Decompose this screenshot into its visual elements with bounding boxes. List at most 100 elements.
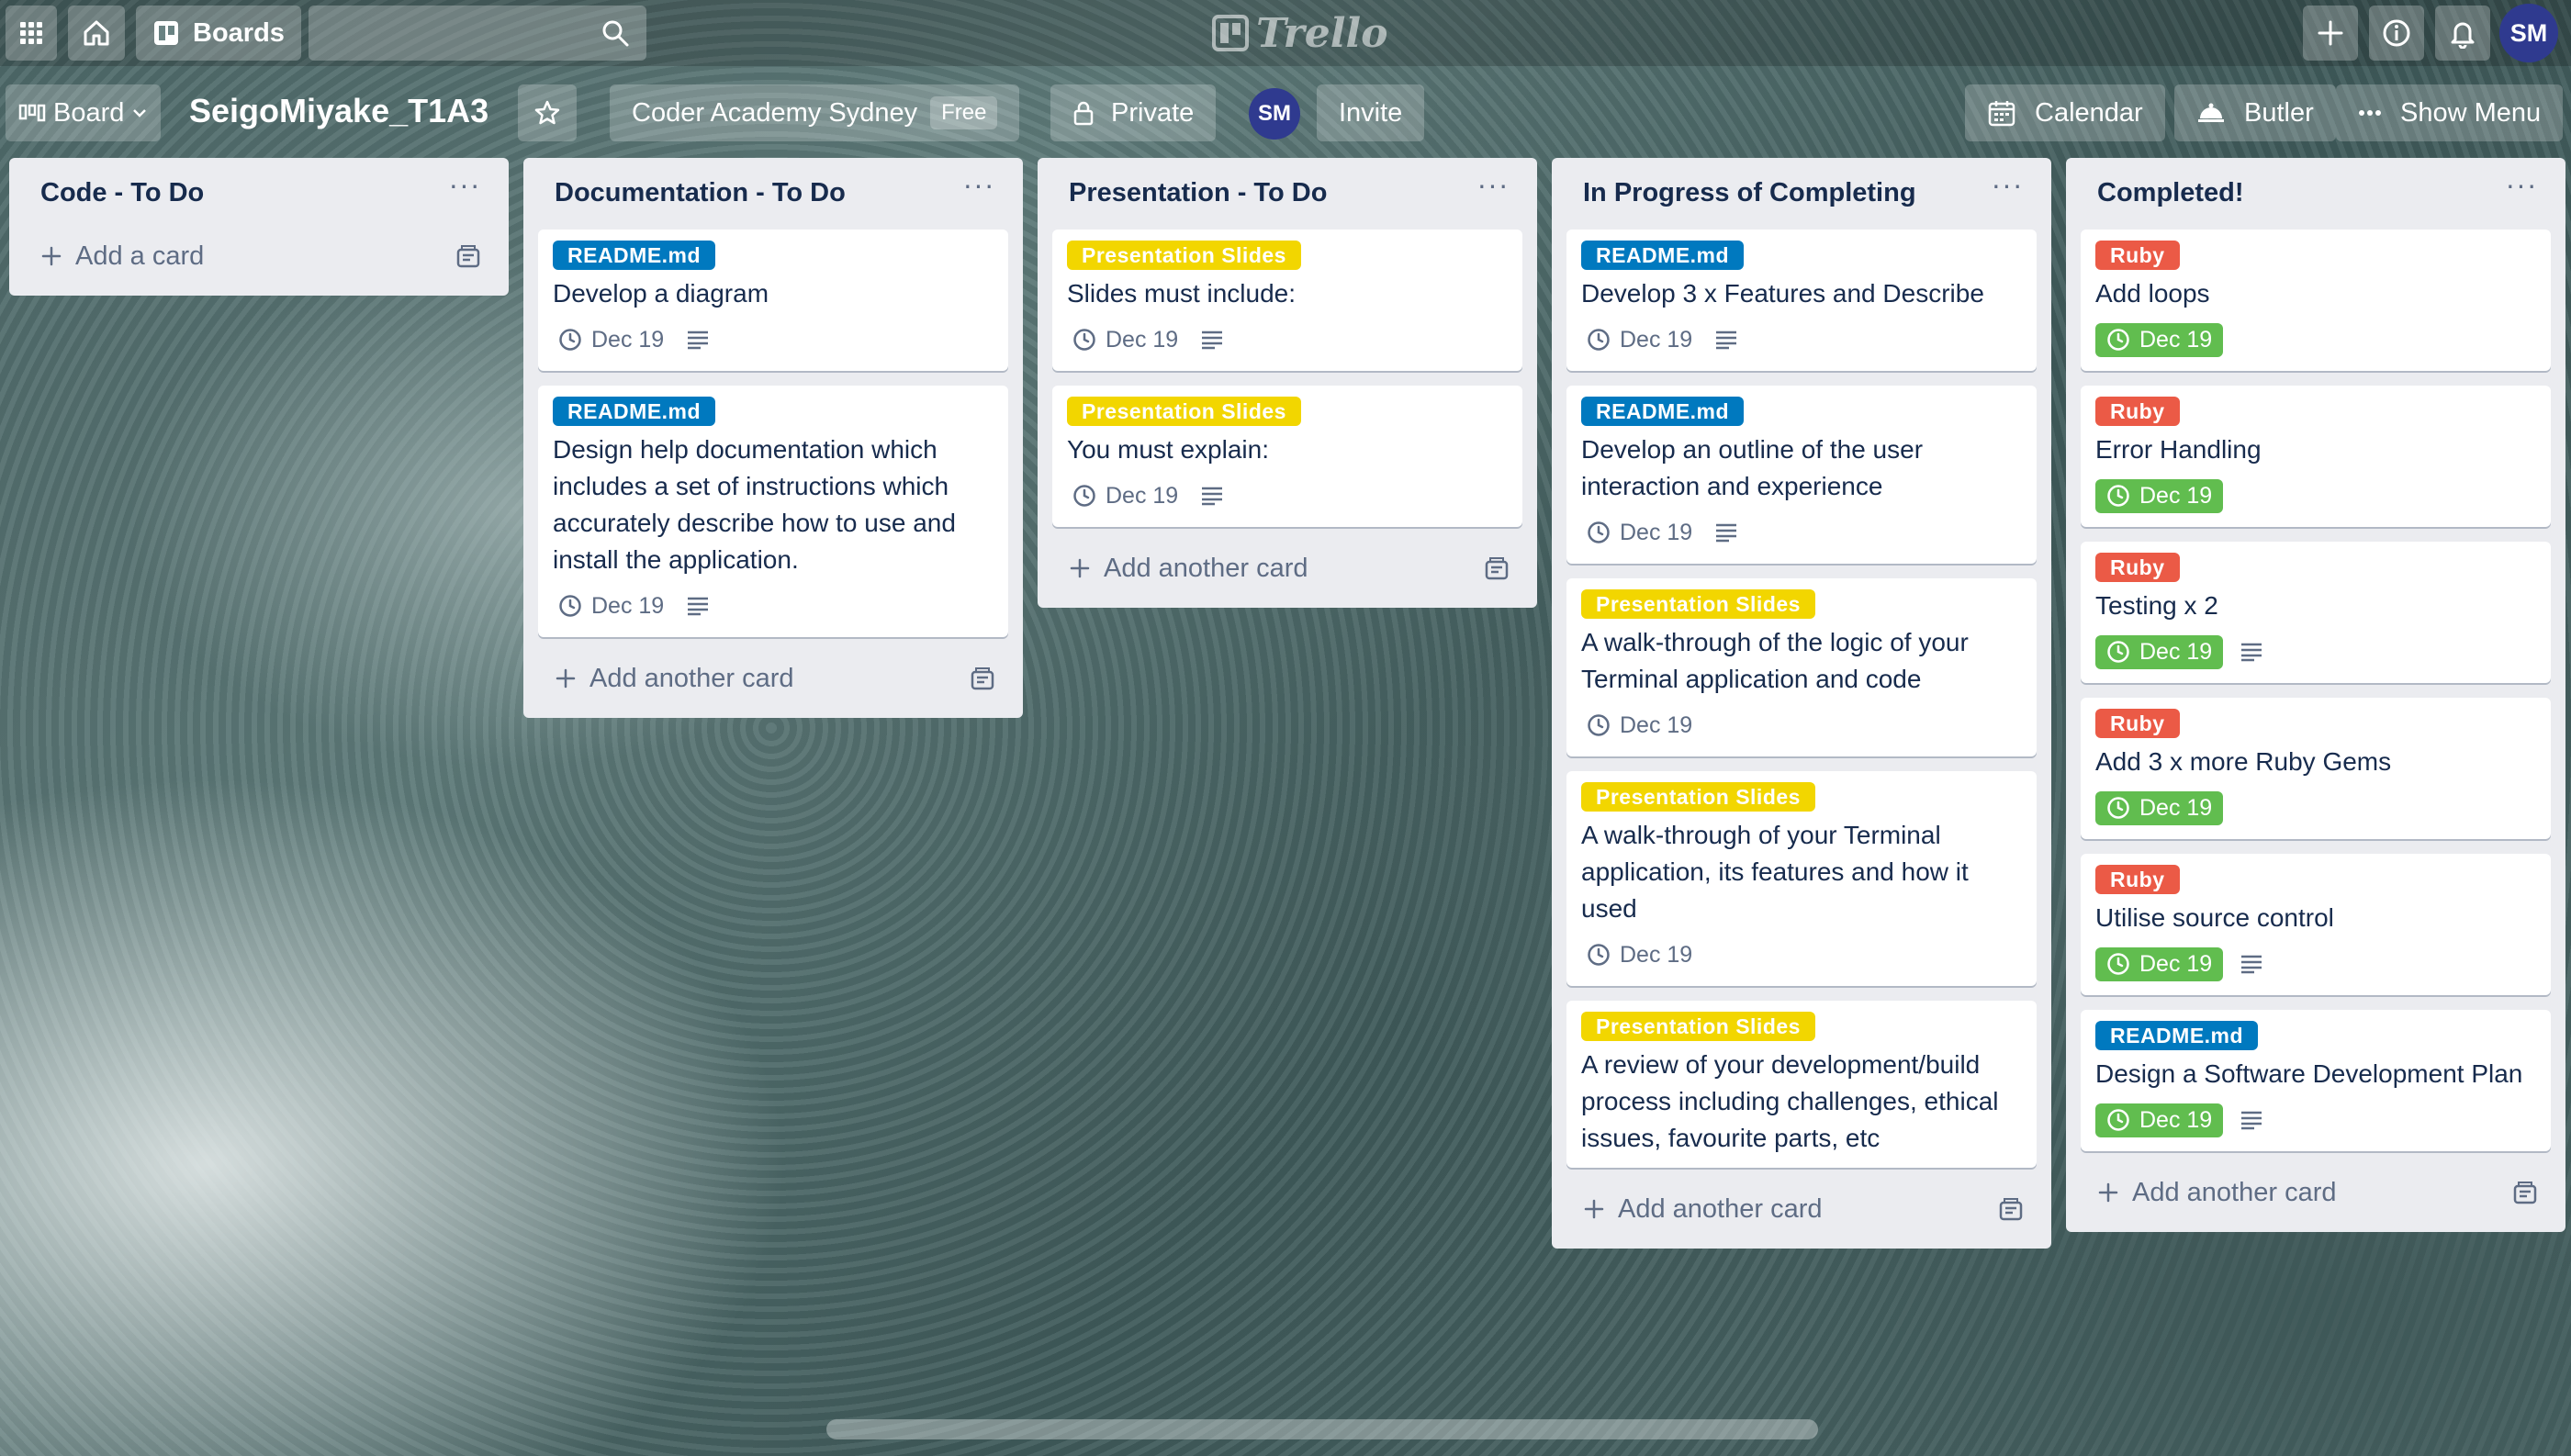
add-card-button[interactable]: Add another card xyxy=(538,652,1008,705)
home-button[interactable] xyxy=(68,6,125,61)
card-label[interactable]: README.md xyxy=(1581,241,1745,270)
list-menu-button[interactable]: ··· xyxy=(1987,170,2027,207)
calendar-button[interactable]: Calendar xyxy=(1965,84,2165,141)
list-title[interactable]: Completed! xyxy=(2097,178,2244,208)
create-from-template-button[interactable] xyxy=(970,666,995,700)
notifications-button[interactable] xyxy=(2435,6,2490,61)
card-label[interactable]: Presentation Slides xyxy=(1067,241,1301,270)
board-view-switcher[interactable]: Board xyxy=(6,84,162,141)
visibility-button[interactable]: Private xyxy=(1050,84,1217,141)
plus-icon xyxy=(2318,20,2343,46)
card-label[interactable]: Ruby xyxy=(2095,865,2180,894)
list-menu-button[interactable]: ··· xyxy=(444,170,485,207)
boards-button[interactable]: Boards xyxy=(136,6,301,61)
due-date-badge[interactable]: Dec 19 xyxy=(2095,322,2224,357)
due-date-text: Dec 19 xyxy=(1620,519,1693,545)
due-date-badge[interactable]: Dec 19 xyxy=(2095,946,2224,981)
horizontal-scrollbar[interactable] xyxy=(826,1419,1818,1439)
card-label[interactable]: Ruby xyxy=(2095,709,2180,738)
card[interactable]: Presentation Slides A walk-through of th… xyxy=(1566,578,2037,756)
card-label[interactable]: Presentation Slides xyxy=(1581,782,1815,812)
due-date-badge[interactable]: Dec 19 xyxy=(2095,1103,2224,1137)
add-card-button[interactable]: Add another card xyxy=(1052,542,1522,595)
card[interactable]: README.md Design a Software Development … xyxy=(2081,1010,2551,1151)
search-input[interactable] xyxy=(309,6,646,61)
list-menu-button[interactable]: ··· xyxy=(2501,170,2542,207)
card-label[interactable]: README.md xyxy=(1581,397,1745,426)
due-date-badge[interactable]: Dec 19 xyxy=(1581,709,1698,743)
list-title[interactable]: Code - To Do xyxy=(40,178,204,208)
list-title[interactable]: Presentation - To Do xyxy=(1069,178,1327,208)
card-label[interactable]: Presentation Slides xyxy=(1581,1012,1815,1041)
card[interactable]: Presentation Slides You must explain: De… xyxy=(1052,386,1522,527)
invite-button[interactable]: Invite xyxy=(1317,84,1425,141)
info-button[interactable] xyxy=(2369,6,2424,61)
card[interactable]: Ruby Testing x 2 Dec 19 xyxy=(2081,542,2551,683)
workspace-button[interactable]: Coder Academy Sydney Free xyxy=(610,84,1020,141)
due-date-badge[interactable]: Dec 19 xyxy=(2095,790,2224,825)
due-date-badge[interactable]: Dec 19 xyxy=(1067,323,1184,357)
due-date-badge[interactable]: Dec 19 xyxy=(1067,479,1184,513)
add-card-button[interactable]: Add another card xyxy=(2081,1166,2551,1219)
due-date-badge[interactable]: Dec 19 xyxy=(1581,938,1698,972)
trello-logo-icon xyxy=(1212,15,1249,51)
card[interactable]: Presentation Slides A walk-through of yo… xyxy=(1566,771,2037,986)
card[interactable]: Ruby Error Handling Dec 19 xyxy=(2081,386,2551,527)
card[interactable]: README.md Design help documentation whic… xyxy=(538,386,1008,637)
card-badges: Dec 19 xyxy=(2095,788,2536,828)
apps-grid-button[interactable] xyxy=(6,6,57,61)
card-label[interactable]: Ruby xyxy=(2095,553,2180,582)
add-card-button[interactable]: Add a card xyxy=(24,230,494,283)
card[interactable]: README.md Develop 3 x Features and Descr… xyxy=(1566,230,2037,371)
create-from-template-button[interactable] xyxy=(1484,556,1510,589)
star-button[interactable] xyxy=(518,84,577,141)
card-badges: Dec 19 xyxy=(553,319,994,360)
card-title: A walk-through of your Terminal applicat… xyxy=(1581,821,1969,923)
due-date-badge[interactable]: Dec 19 xyxy=(1581,323,1698,357)
board-member-avatar[interactable]: SM xyxy=(1249,88,1300,140)
card-label[interactable]: README.md xyxy=(553,397,716,426)
description-icon xyxy=(2241,955,2262,974)
create-from-template-button[interactable] xyxy=(1998,1197,2024,1230)
card[interactable]: Presentation Slides A review of your dev… xyxy=(1566,1001,2037,1168)
list-title[interactable]: Documentation - To Do xyxy=(555,178,846,208)
card-label[interactable]: Ruby xyxy=(2095,397,2180,426)
card-label[interactable]: Ruby xyxy=(2095,241,2180,270)
card[interactable]: Ruby Utilise source control Dec 19 xyxy=(2081,854,2551,995)
card[interactable]: Presentation Slides Slides must include:… xyxy=(1052,230,1522,371)
card-label[interactable]: README.md xyxy=(553,241,716,270)
due-date-badge[interactable]: Dec 19 xyxy=(553,589,669,623)
add-card-button[interactable]: Add another card xyxy=(1566,1182,2037,1236)
clock-icon xyxy=(1588,714,1610,736)
show-menu-button[interactable]: Show Menu xyxy=(2336,84,2564,141)
description-badge xyxy=(1200,486,1224,506)
list-title[interactable]: In Progress of Completing xyxy=(1583,178,1916,208)
top-nav-bar: Boards Trello SM xyxy=(0,0,2571,66)
due-date-badge[interactable]: Dec 19 xyxy=(2095,634,2224,669)
card[interactable]: README.md Develop a diagram Dec 19 xyxy=(538,230,1008,371)
card-label[interactable]: Presentation Slides xyxy=(1581,589,1815,619)
list-menu-button[interactable]: ··· xyxy=(1473,170,1513,207)
create-button[interactable] xyxy=(2303,6,2358,61)
board-title[interactable]: SeigoMiyake_T1A3 xyxy=(189,92,488,130)
user-avatar[interactable]: SM xyxy=(2499,4,2558,62)
butler-button[interactable]: Butler xyxy=(2174,84,2336,141)
card-label[interactable]: README.md xyxy=(2095,1021,2259,1050)
card[interactable]: Ruby Add 3 x more Ruby Gems Dec 19 xyxy=(2081,698,2551,839)
lock-icon xyxy=(1073,101,1094,126)
due-date-badge[interactable]: Dec 19 xyxy=(2095,478,2224,513)
description-icon xyxy=(1202,330,1223,350)
create-from-template-button[interactable] xyxy=(455,244,481,277)
list-header: Documentation - To Do ··· xyxy=(538,158,1008,230)
card[interactable]: README.md Develop an outline of the user… xyxy=(1566,386,2037,564)
due-date-text: Dec 19 xyxy=(2139,482,2213,509)
trello-logo[interactable]: Trello xyxy=(1212,9,1388,57)
list-menu-button[interactable]: ··· xyxy=(959,170,999,207)
create-from-template-button[interactable] xyxy=(2512,1181,2538,1214)
card[interactable]: Ruby Add loops Dec 19 xyxy=(2081,230,2551,371)
board-view-label: Board xyxy=(53,97,125,128)
due-date-badge[interactable]: Dec 19 xyxy=(553,323,669,357)
card-badges: Dec 19 xyxy=(1067,319,1508,360)
due-date-badge[interactable]: Dec 19 xyxy=(1581,516,1698,550)
card-label[interactable]: Presentation Slides xyxy=(1067,397,1301,426)
